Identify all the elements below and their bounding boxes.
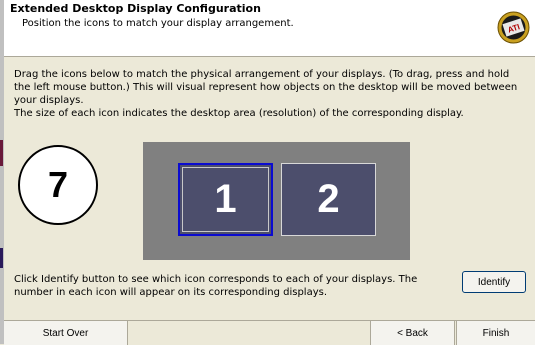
display-icon-2[interactable]: 2: [281, 163, 376, 236]
selection-outline: [182, 167, 269, 232]
display-icon-1[interactable]: 1: [178, 163, 273, 236]
instruction-drag: Drag the icons below to match the physic…: [14, 69, 518, 106]
wizard-footer: Start Over < Back Finish: [4, 320, 535, 345]
wizard-subtitle: Position the icons to match your display…: [22, 18, 294, 29]
display-arrangement-area[interactable]: 1 2: [143, 142, 410, 260]
edge-mark: [0, 140, 3, 166]
wizard-content: Drag the icons below to match the physic…: [4, 57, 535, 319]
display-number: 2: [317, 177, 340, 221]
ati-logo-icon: ATI: [497, 11, 530, 44]
start-over-button[interactable]: Start Over: [4, 321, 128, 345]
step-number-badge: 7: [18, 145, 98, 225]
identify-button[interactable]: Identify: [462, 271, 526, 293]
wizard-header: Extended Desktop Display Configuration P…: [4, 0, 535, 57]
wizard-title: Extended Desktop Display Configuration: [10, 2, 261, 15]
instruction-identify: Click Identify button to see which icon …: [14, 274, 418, 298]
back-button[interactable]: < Back: [370, 321, 455, 345]
edge-mark: [0, 248, 3, 268]
instruction-size: The size of each icon indicates the desk…: [14, 108, 464, 119]
finish-button[interactable]: Finish: [456, 321, 535, 345]
